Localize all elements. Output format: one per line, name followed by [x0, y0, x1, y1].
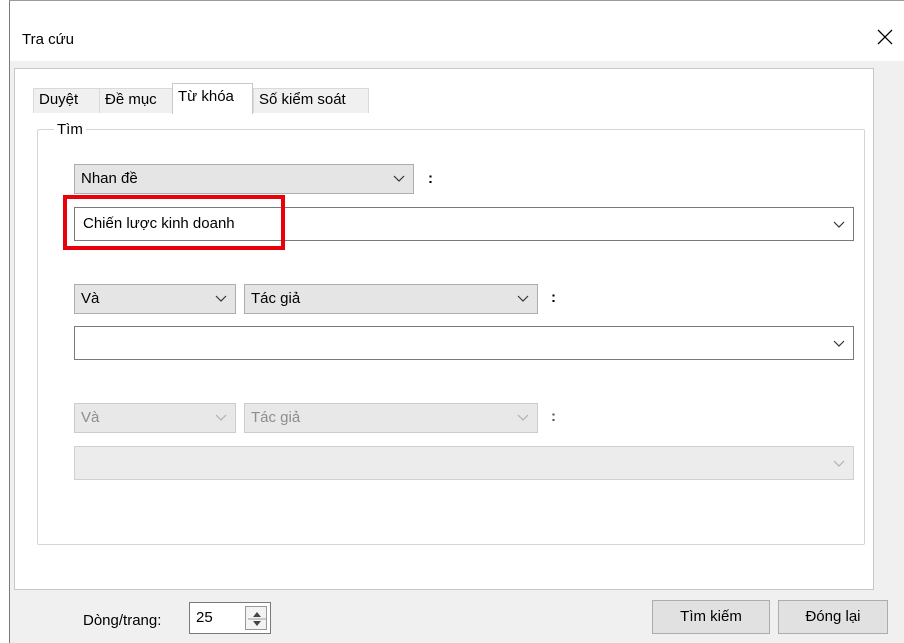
tab-control-number[interactable]: Số kiểm soát	[253, 88, 369, 113]
chevron-down-icon[interactable]	[833, 221, 845, 229]
colon-label: :	[551, 289, 556, 306]
operator-select-value: Và	[81, 409, 100, 426]
chevron-down-icon[interactable]	[833, 340, 845, 348]
groupbox-label: Tìm	[54, 121, 86, 138]
tab-label: Duyệt	[39, 91, 79, 108]
close-icon[interactable]	[870, 22, 900, 52]
rows-per-page-value: 25	[196, 609, 213, 626]
tab-keyword[interactable]: Từ khóa	[172, 83, 253, 114]
operator-select-value: Và	[81, 290, 100, 307]
field-select-1[interactable]: Nhan đề	[74, 164, 414, 194]
close-button[interactable]: Đóng lại	[778, 600, 888, 634]
rows-per-page-label: Dòng/trang:	[83, 612, 162, 629]
chevron-down-icon	[215, 414, 227, 421]
operator-select-3: Và	[74, 403, 236, 433]
search-term-input-2[interactable]	[74, 326, 854, 360]
field-select-3: Tác giả	[244, 403, 538, 433]
chevron-down-icon	[393, 175, 405, 182]
rows-per-page-stepper[interactable]: 25	[189, 602, 271, 634]
window-title: Tra cứu	[22, 31, 74, 48]
colon-label: :	[551, 408, 556, 425]
chevron-down-icon	[833, 460, 845, 467]
colon-label: :	[428, 170, 433, 187]
title-bar: Tra cứu	[10, 1, 904, 61]
tab-label: Số kiểm soát	[259, 91, 346, 108]
highlight-box	[63, 195, 285, 250]
tab-label: Đề mục	[105, 91, 157, 108]
field-select-value: Tác giả	[251, 409, 301, 426]
field-select-value: Nhan đề	[81, 170, 138, 187]
field-select-2[interactable]: Tác giả	[244, 284, 538, 314]
tab-browse[interactable]: Duyệt	[33, 88, 100, 113]
tab-label: Từ khóa	[178, 88, 234, 105]
tab-subject[interactable]: Đề mục	[99, 88, 176, 113]
search-term-input-3	[74, 446, 854, 480]
operator-select-2[interactable]: Và	[74, 284, 236, 314]
chevron-down-icon	[517, 414, 529, 421]
chevron-down-icon	[517, 295, 529, 302]
chevron-down-icon	[215, 295, 227, 302]
search-button[interactable]: Tìm kiếm	[652, 600, 770, 634]
spin-arrows-icon[interactable]	[245, 606, 267, 630]
field-select-value: Tác giả	[251, 290, 301, 307]
